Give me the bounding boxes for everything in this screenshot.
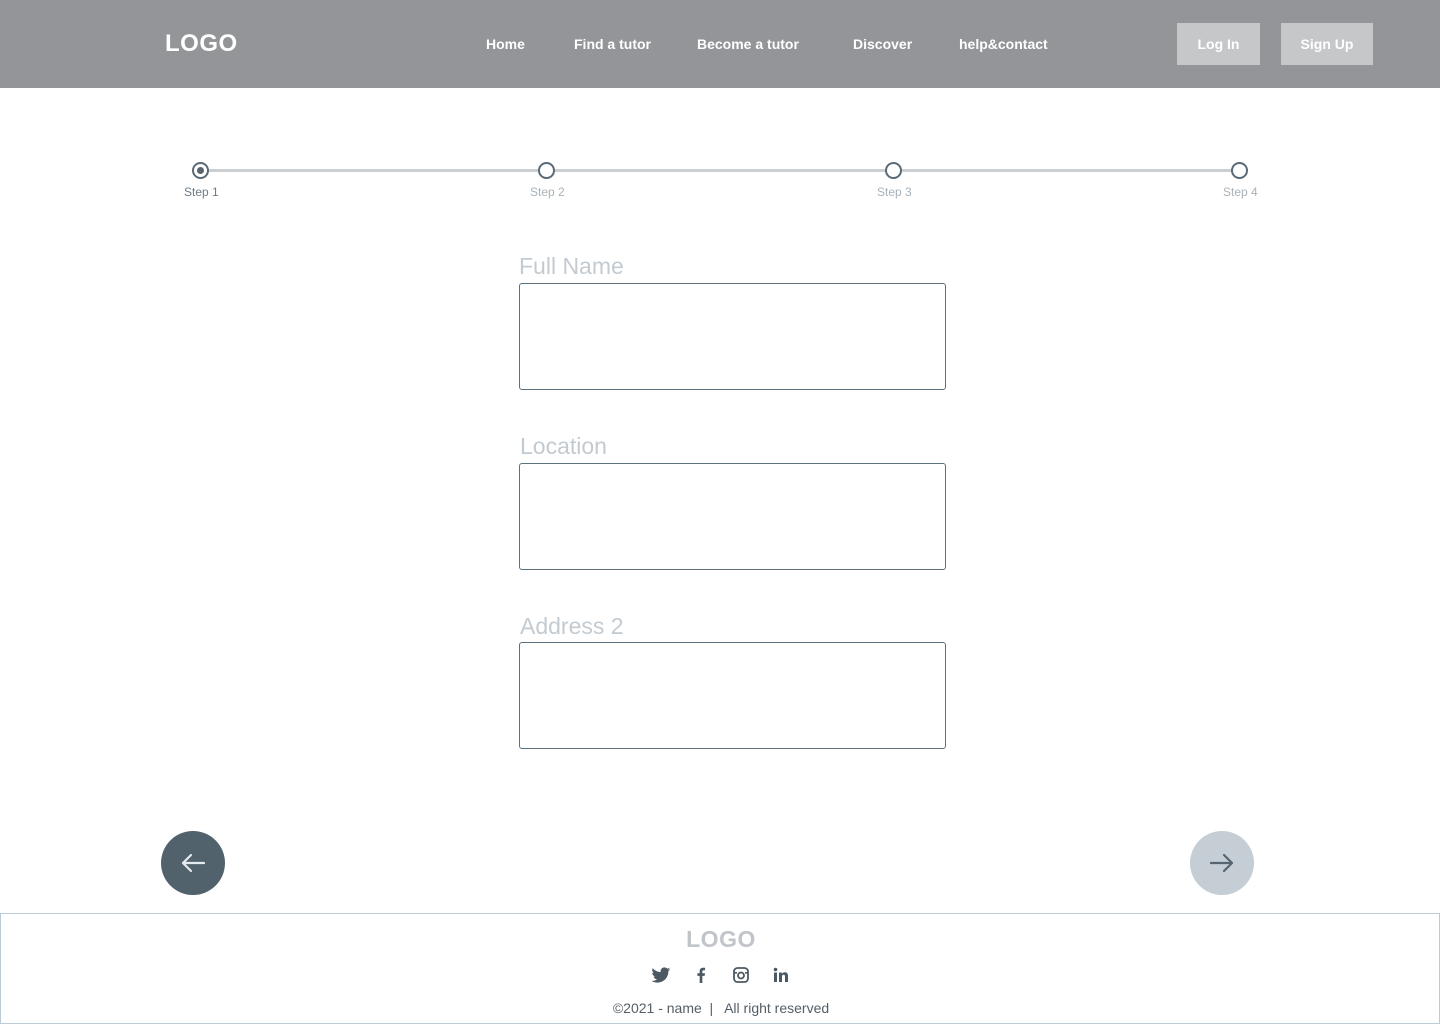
nav-become-a-tutor[interactable]: Become a tutor [697,36,799,52]
full-name-label: Full Name [519,253,624,279]
instagram-icon[interactable] [730,964,752,986]
signup-button[interactable]: Sign Up [1281,23,1373,65]
twitter-icon[interactable] [650,964,672,986]
next-step-button[interactable] [1190,831,1254,895]
linkedin-icon[interactable] [770,964,792,986]
step-4-indicator[interactable] [1231,162,1248,179]
step-2-label: Step 2 [530,185,565,199]
arrow-right-icon [1209,853,1234,873]
step-3-indicator[interactable] [885,162,902,179]
step-1-label: Step 1 [184,185,219,199]
step-1-indicator[interactable] [192,162,209,179]
nav-find-a-tutor[interactable]: Find a tutor [574,36,651,52]
full-name-input[interactable] [519,283,946,390]
copyright-text: ©2021 - name | All right reserved [612,1000,830,1016]
step-connector [901,169,1233,172]
step-3-label: Step 3 [877,185,912,199]
step-connector [555,169,887,172]
nav-help-contact[interactable]: help&contact [959,36,1048,52]
header-logo[interactable]: LOGO [165,30,238,58]
address-2-label: Address 2 [520,613,624,639]
footer-logo[interactable]: LOGO [1,926,1440,953]
address-2-input[interactable] [519,642,946,749]
nav-discover[interactable]: Discover [853,36,912,52]
step-connector [208,169,540,172]
top-header: LOGO Home Find a tutor Become a tutor Di… [0,0,1440,88]
page-footer: LOGO ©2021 - name | All right reserved [0,913,1440,1024]
step-2-indicator[interactable] [538,162,555,179]
nav-home[interactable]: Home [486,36,525,52]
location-input[interactable] [519,463,946,570]
previous-step-button[interactable] [161,831,225,895]
step-4-label: Step 4 [1223,185,1258,199]
location-label: Location [520,433,607,459]
login-button[interactable]: Log In [1177,23,1260,65]
facebook-icon[interactable] [690,964,712,986]
arrow-left-icon [181,853,206,873]
